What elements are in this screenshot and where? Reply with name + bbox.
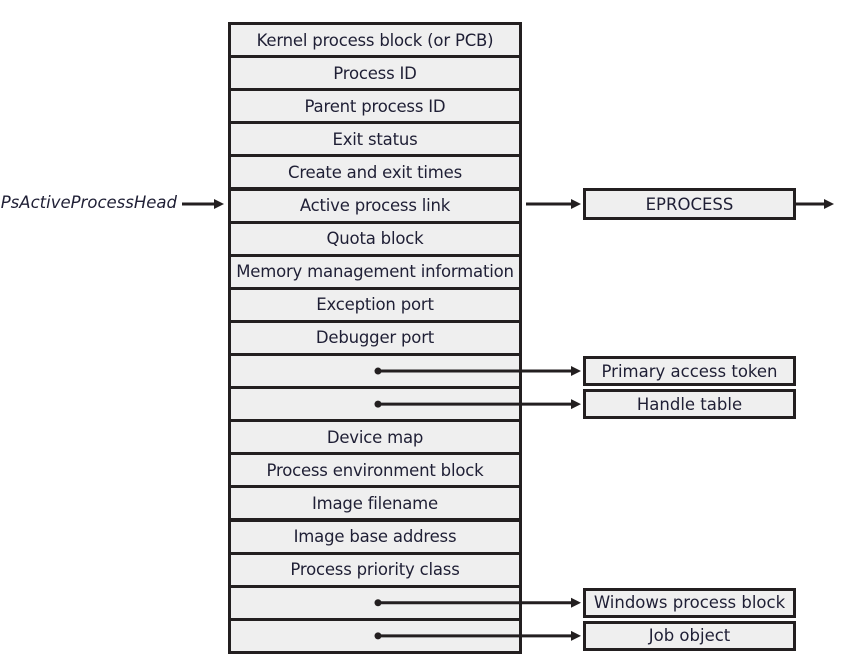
pointer-arrow-dot <box>374 400 382 408</box>
link-arrow-arrowhead <box>571 199 581 209</box>
arrows-layer <box>182 199 834 641</box>
next-arrow-arrowhead <box>824 199 834 209</box>
pointer-arrow-dot <box>374 367 382 375</box>
pointer-arrow-dot <box>374 599 382 607</box>
pointer-arrow-arrowhead <box>571 597 581 608</box>
pointer-arrow-arrowhead <box>571 366 581 377</box>
pointer-arrow-dot <box>374 632 382 640</box>
pointer-arrow-arrowhead <box>571 630 581 641</box>
head-arrow-arrowhead <box>214 199 224 209</box>
eprocess-diagram: PsActiveProcessHead Kernel process block… <box>0 0 848 658</box>
pointer-arrow-arrowhead <box>571 399 581 410</box>
